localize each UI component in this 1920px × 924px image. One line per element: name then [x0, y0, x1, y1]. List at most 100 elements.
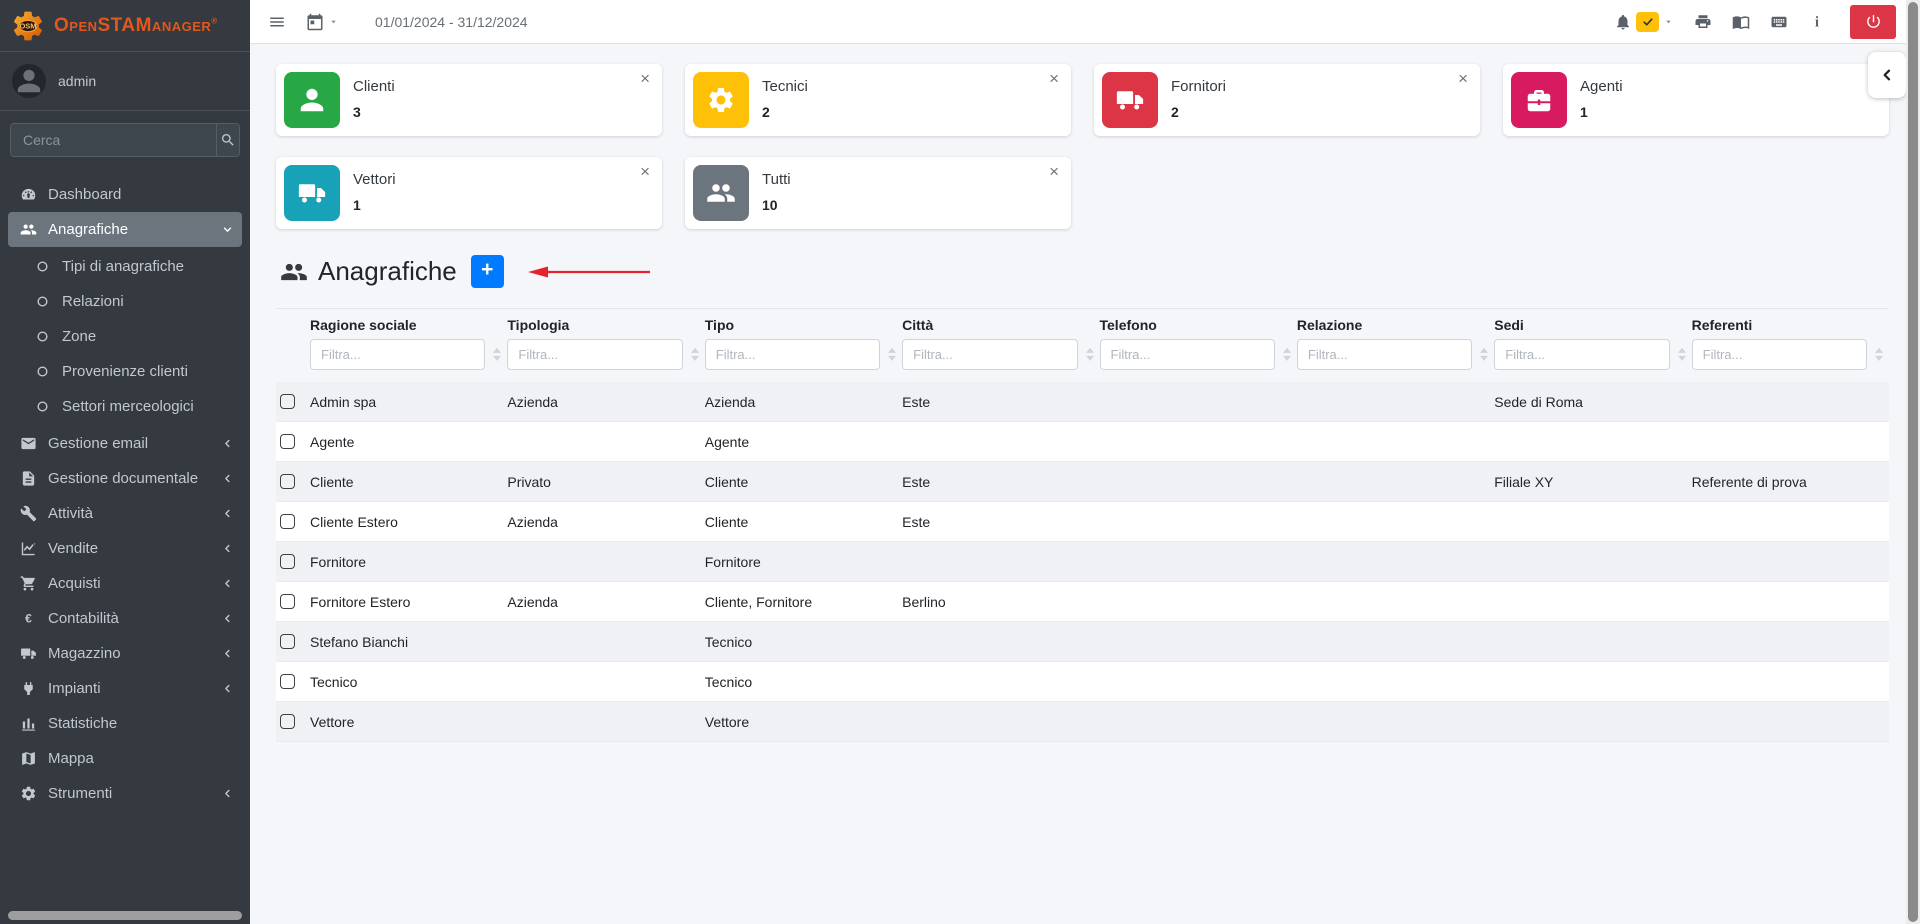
sidebar-item-magazzino[interactable]: Magazzino — [8, 636, 242, 671]
search-button[interactable] — [216, 124, 239, 156]
table-row[interactable]: Fornitore EsteroAziendaCliente, Fornitor… — [276, 582, 1889, 622]
user-panel[interactable]: admin — [0, 52, 250, 111]
row-checkbox[interactable] — [280, 674, 295, 689]
row-checkbox[interactable] — [280, 594, 295, 609]
filter-wrap — [1297, 339, 1494, 370]
filter-input[interactable] — [705, 339, 880, 370]
sidebar-toggle-button[interactable] — [268, 13, 286, 31]
sidebar-item-label: Impianti — [48, 680, 101, 697]
sidebar-item-acquisti[interactable]: Acquisti — [8, 566, 242, 601]
sidebar-subitem-label: Provenienze clienti — [62, 363, 188, 380]
search-input[interactable] — [11, 124, 216, 156]
table-row[interactable]: Cliente EsteroAziendaClienteEste — [276, 502, 1889, 542]
sidebar-item-statistiche[interactable]: Statistiche — [8, 706, 242, 741]
table-row[interactable]: FornitoreFornitore — [276, 542, 1889, 582]
sort-carets-icon[interactable] — [493, 347, 501, 360]
docs-button[interactable] — [1732, 13, 1750, 31]
vertical-scrollbar[interactable] — [1906, 0, 1920, 924]
table-row[interactable]: TecnicoTecnico — [276, 662, 1889, 702]
card-close-button[interactable]: × — [640, 163, 650, 180]
sort-carets-icon[interactable] — [1086, 347, 1094, 360]
table-row[interactable]: Stefano BianchiTecnico — [276, 622, 1889, 662]
vertical-scrollbar-thumb[interactable] — [1908, 2, 1918, 922]
row-checkbox[interactable] — [280, 394, 295, 409]
table-cell: Azienda — [507, 394, 704, 410]
sort-carets-icon[interactable] — [1875, 347, 1883, 360]
brand[interactable]: OSM OpenSTAManager® — [0, 0, 250, 52]
sidebar-subitem-label: Settori merceologici — [62, 398, 194, 415]
info-button[interactable]: i — [1808, 13, 1826, 31]
sidebar-item-mappa[interactable]: Mappa — [8, 741, 242, 776]
shortcuts-button[interactable] — [1770, 13, 1788, 31]
card-close-button[interactable]: × — [640, 70, 650, 87]
row-checkbox[interactable] — [280, 554, 295, 569]
notifications-button[interactable] — [1614, 12, 1674, 32]
sort-carets-icon[interactable] — [1480, 347, 1488, 360]
filter-input[interactable] — [1297, 339, 1472, 370]
sidebar-search — [10, 123, 240, 157]
stat-card-tutti[interactable]: Tutti10× — [685, 157, 1071, 229]
row-checkbox[interactable] — [280, 474, 295, 489]
filter-input[interactable] — [1494, 339, 1669, 370]
table-row[interactable]: Admin spaAziendaAziendaEsteSede di Roma — [276, 382, 1889, 422]
map-icon — [16, 750, 40, 767]
sidebar-subitem-relazioni[interactable]: Relazioni — [8, 284, 242, 319]
logout-button[interactable] — [1850, 5, 1896, 39]
card-close-button[interactable]: × — [1049, 70, 1059, 87]
chevron-left-icon — [221, 577, 234, 590]
filter-input[interactable] — [1692, 339, 1867, 370]
row-checkbox[interactable] — [280, 434, 295, 449]
period-picker-button[interactable] — [306, 13, 339, 31]
table-row[interactable]: ClientePrivatoClienteEsteFiliale XYRefer… — [276, 462, 1889, 502]
sidebar-item-gestione-email[interactable]: Gestione email — [8, 426, 242, 461]
stat-card-fornitori[interactable]: Fornitori2× — [1094, 64, 1480, 136]
filter-input[interactable] — [902, 339, 1077, 370]
date-range[interactable]: 01/01/2024 - 31/12/2024 — [375, 14, 528, 30]
table-row[interactable]: AgenteAgente — [276, 422, 1889, 462]
sidebar-subitem-provenienze-clienti[interactable]: Provenienze clienti — [8, 354, 242, 389]
sidebar-item-attivita[interactable]: Attività — [8, 496, 242, 531]
card-label: Tutti — [762, 171, 791, 188]
sidebar-item-vendite[interactable]: Vendite — [8, 531, 242, 566]
sidebar-item-anagrafiche[interactable]: Anagrafiche — [8, 212, 242, 247]
row-checkbox[interactable] — [280, 514, 295, 529]
stat-card-clienti[interactable]: Clienti3× — [276, 64, 662, 136]
chevron-left-icon — [221, 787, 234, 800]
sidebar-item-dashboard[interactable]: Dashboard — [8, 177, 242, 212]
sidebar-horizontal-scrollbar[interactable] — [8, 911, 242, 920]
filter-input[interactable] — [507, 339, 682, 370]
table-cell: Este — [902, 394, 1099, 410]
sidebar-item-gestione-documentale[interactable]: Gestione documentale — [8, 461, 242, 496]
sort-carets-icon[interactable] — [888, 347, 896, 360]
sidebar-item-contabilita[interactable]: €Contabilità — [8, 601, 242, 636]
filter-input[interactable] — [1100, 339, 1275, 370]
sidebar-item-impianti[interactable]: Impianti — [8, 671, 242, 706]
print-button[interactable] — [1694, 13, 1712, 31]
filter-input[interactable] — [310, 339, 485, 370]
stat-card-agenti[interactable]: Agenti1× — [1503, 64, 1889, 136]
stat-card-vettori[interactable]: Vettori1× — [276, 157, 662, 229]
collapse-panel-button[interactable] — [1868, 52, 1906, 98]
row-checkbox[interactable] — [280, 714, 295, 729]
sidebar-item-label: Attività — [48, 505, 93, 522]
stat-card-tecnici[interactable]: Tecnici2× — [685, 64, 1071, 136]
sidebar-subitem-label: Relazioni — [62, 293, 124, 310]
card-close-button[interactable]: × — [1458, 70, 1468, 87]
chevron-left-icon — [221, 507, 234, 520]
sidebar-item-strumenti[interactable]: Strumenti — [8, 776, 242, 811]
row-checkbox[interactable] — [280, 634, 295, 649]
table-cell: Tecnico — [310, 674, 507, 690]
power-icon — [1865, 13, 1882, 30]
sort-carets-icon[interactable] — [1283, 347, 1291, 360]
sidebar-subitem-zone[interactable]: Zone — [8, 319, 242, 354]
sort-carets-icon[interactable] — [1678, 347, 1686, 360]
column-label: Telefono — [1100, 317, 1297, 333]
wrench-icon — [16, 505, 40, 522]
sort-carets-icon[interactable] — [691, 347, 699, 360]
add-record-button[interactable]: + — [471, 255, 504, 288]
table-row[interactable]: VettoreVettore — [276, 702, 1889, 742]
sidebar-subitem-settori-merceologici[interactable]: Settori merceologici — [8, 389, 242, 424]
sidebar-subitem-tipi-di-anagrafiche[interactable]: Tipi di anagrafiche — [8, 249, 242, 284]
filter-wrap — [705, 339, 902, 370]
card-close-button[interactable]: × — [1049, 163, 1059, 180]
